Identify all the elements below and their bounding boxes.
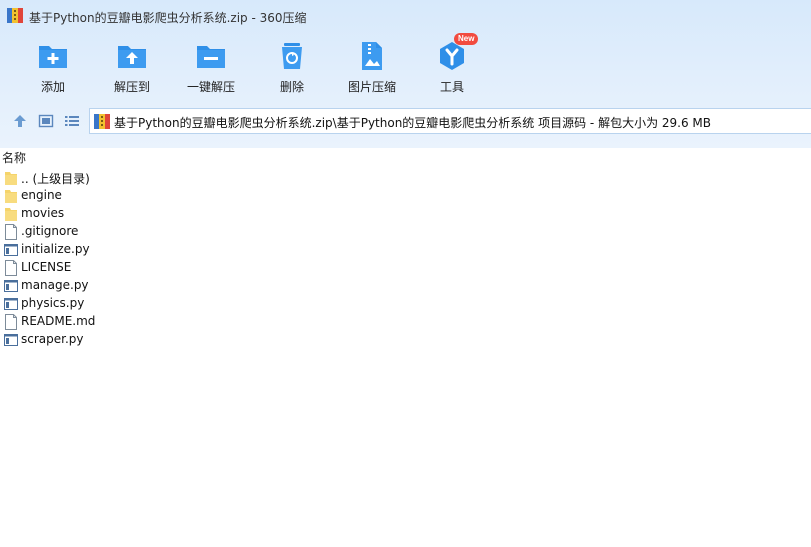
delete-icon xyxy=(282,43,302,69)
archive-app-icon xyxy=(7,8,23,23)
window-header: 基于Python的豆瓣电影爬虫分析系统.zip - 360压缩 添加 解压到 一… xyxy=(0,0,811,148)
image-compress-button[interactable]: 图片压缩 xyxy=(332,36,412,98)
folder-icon xyxy=(5,172,17,185)
list-item-gitignore[interactable]: .gitignore xyxy=(0,223,811,241)
delete-label: 删除 xyxy=(279,80,304,94)
address-row: 基于Python的豆瓣电影爬虫分析系统.zip\基于Python的豆瓣电影爬虫分… xyxy=(0,106,811,136)
file-name: LICENSE xyxy=(21,260,72,274)
list-item-manage-py[interactable]: manage.py xyxy=(0,277,811,295)
tools-label: 工具 xyxy=(439,80,464,94)
extract-to-icon xyxy=(118,46,146,68)
image-compress-icon xyxy=(362,42,382,70)
extract-to-button[interactable]: 解压到 xyxy=(92,36,172,98)
folder-icon xyxy=(5,208,17,221)
file-name: physics.py xyxy=(21,296,85,310)
file-name: manage.py xyxy=(21,278,89,292)
list-item-initialize-py[interactable]: initialize.py xyxy=(0,241,811,259)
title-bar[interactable]: 基于Python的豆瓣电影爬虫分析系统.zip - 360压缩 xyxy=(0,0,811,32)
list-item-parent-dir[interactable]: .. (上级目录) xyxy=(0,169,811,187)
up-arrow-icon[interactable] xyxy=(12,113,28,129)
one-click-extract-icon xyxy=(197,46,225,68)
image-compress-label: 图片压缩 xyxy=(347,80,396,94)
document-icon xyxy=(5,314,17,330)
list-item-license[interactable]: LICENSE xyxy=(0,259,811,277)
file-name: README.md xyxy=(21,314,96,328)
list-item-physics-py[interactable]: physics.py xyxy=(0,295,811,313)
document-icon xyxy=(5,224,17,240)
python-file-icon xyxy=(4,298,18,310)
new-badge: New xyxy=(454,33,479,45)
column-header-name[interactable]: 名称 xyxy=(0,148,811,166)
python-file-icon xyxy=(4,280,18,292)
address-bar[interactable]: 基于Python的豆瓣电影爬虫分析系统.zip\基于Python的豆瓣电影爬虫分… xyxy=(89,108,811,134)
file-name: movies xyxy=(21,206,65,220)
document-icon xyxy=(5,260,17,276)
add-label: 添加 xyxy=(40,80,65,94)
thumbnail-view-icon[interactable] xyxy=(38,113,54,129)
column-name-label: 名称 xyxy=(2,151,27,165)
file-name: initialize.py xyxy=(21,242,90,256)
list-view-icon[interactable] xyxy=(64,113,80,129)
archive-icon xyxy=(94,114,110,129)
file-name: engine xyxy=(21,188,62,202)
one-click-extract-label: 一键解压 xyxy=(186,80,235,94)
list-item-movies[interactable]: movies xyxy=(0,205,811,223)
toolbar: 添加 解压到 一键解压 删除 图片压缩 New 工具 xyxy=(0,33,811,98)
extract-to-label: 解压到 xyxy=(113,80,150,94)
window-title: 基于Python的豆瓣电影爬虫分析系统.zip - 360压缩 xyxy=(29,11,307,25)
file-list: .. (上级目录) engine movies .gitignore initi… xyxy=(0,169,811,349)
address-path: 基于Python的豆瓣电影爬虫分析系统.zip\基于Python的豆瓣电影爬虫分… xyxy=(114,116,712,130)
file-name: .gitignore xyxy=(21,224,79,238)
list-item-engine[interactable]: engine xyxy=(0,187,811,205)
file-name: scraper.py xyxy=(21,332,84,346)
add-icon xyxy=(39,46,67,68)
list-item-readme-md[interactable]: README.md xyxy=(0,313,811,331)
folder-icon xyxy=(5,190,17,203)
add-button[interactable]: 添加 xyxy=(13,36,93,98)
python-file-icon xyxy=(4,244,18,256)
file-name: .. (上级目录) xyxy=(21,172,90,186)
list-item-scraper-py[interactable]: scraper.py xyxy=(0,331,811,349)
delete-button[interactable]: 删除 xyxy=(252,36,332,98)
one-click-extract-button[interactable]: 一键解压 xyxy=(171,36,251,98)
python-file-icon xyxy=(4,334,18,346)
tools-button[interactable]: New 工具 xyxy=(412,33,492,98)
